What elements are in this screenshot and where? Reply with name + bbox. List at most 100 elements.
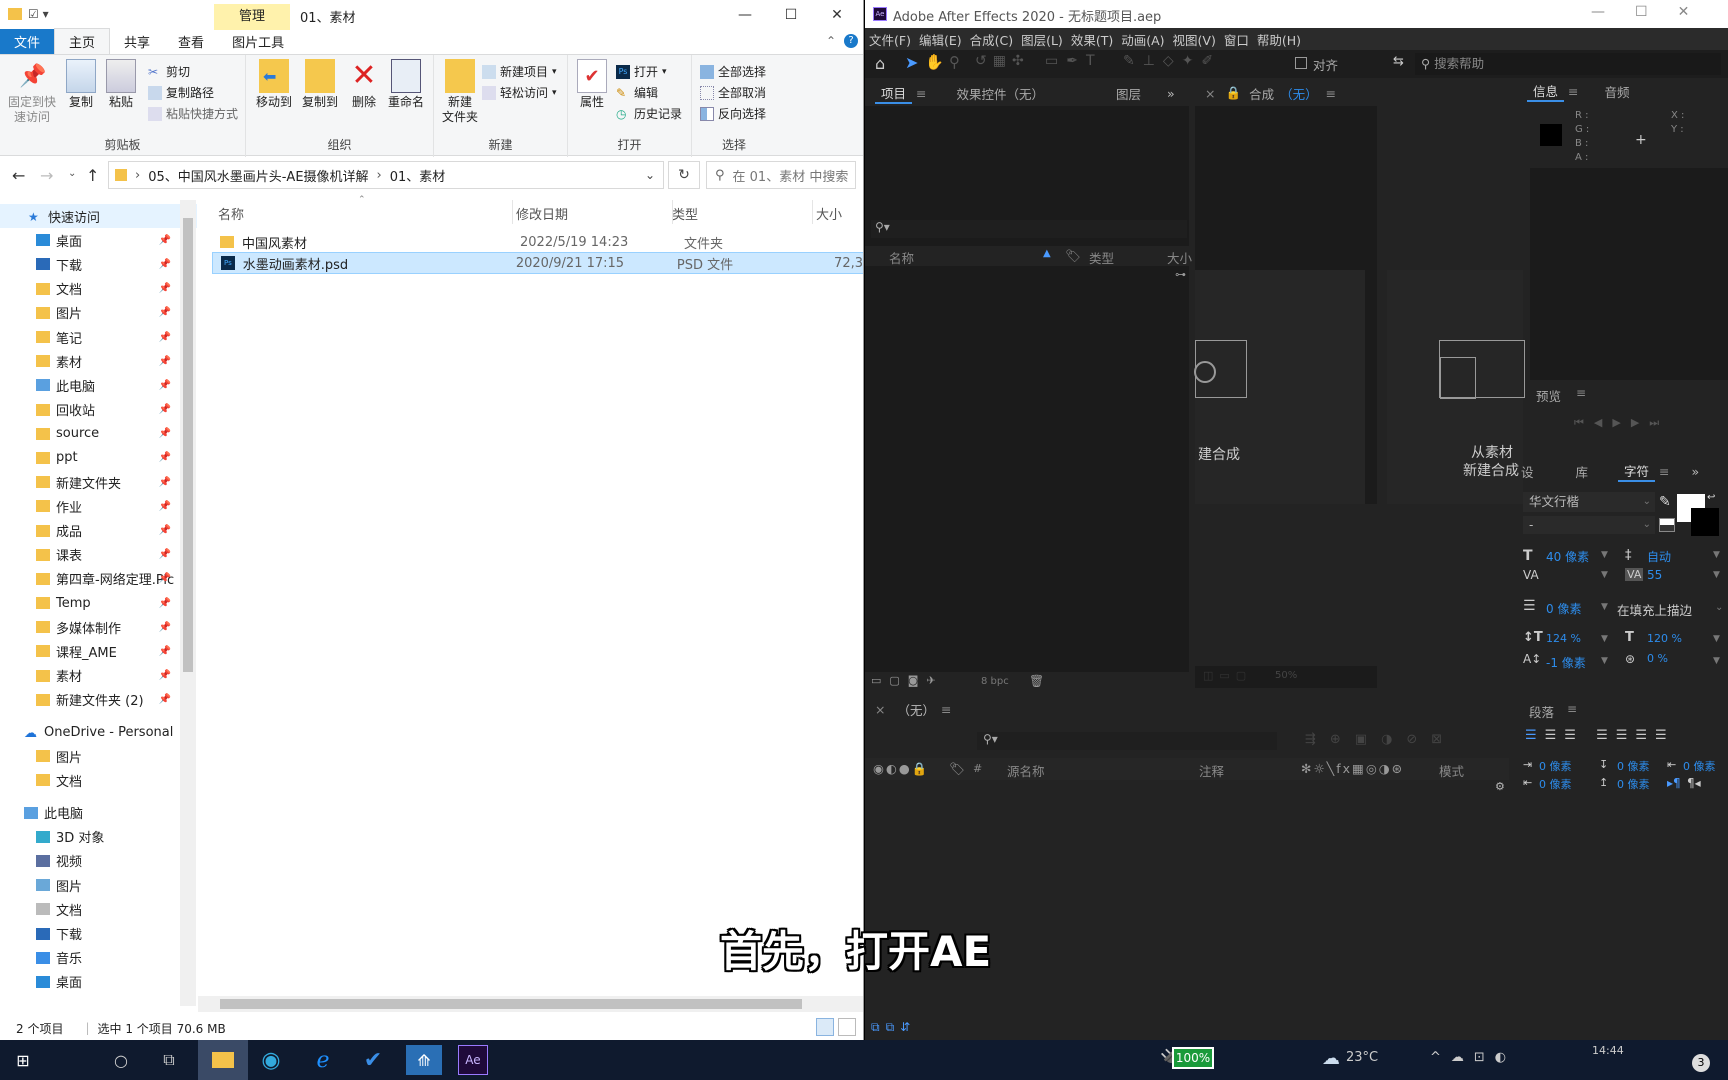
cut-button[interactable]: ✂ 剪切 <box>148 63 190 80</box>
taskbar-app-icon[interactable]: ⟰ <box>406 1045 442 1075</box>
clock[interactable]: 14:44 <box>1592 1044 1624 1057</box>
select-all-button[interactable]: 全部选择 <box>700 63 766 80</box>
paste-shortcut-button[interactable]: 粘贴快捷方式 <box>148 105 238 122</box>
easy-access-button[interactable]: 轻松访问 ▾ <box>482 84 557 101</box>
minimize-button[interactable]: — <box>722 0 768 30</box>
menu-animation[interactable]: 动画(A) <box>1121 30 1164 49</box>
nav-quick-item[interactable]: 成品 📌 <box>0 518 197 542</box>
weather-cloud-icon[interactable]: ☁ <box>1322 1048 1340 1069</box>
new-item-button[interactable]: 新建项目 ▾ <box>482 63 557 80</box>
nav-quick-item[interactable]: 第四章-网络定理.Pic 📌 <box>0 567 197 591</box>
search-help-input[interactable]: ⚲ 搜索帮助 <box>1415 53 1721 75</box>
leading-value[interactable]: 自动 <box>1647 548 1671 565</box>
zoom-level[interactable]: 50% <box>1275 670 1297 681</box>
nav-quick-item[interactable]: 多媒体制作 📌 <box>0 615 197 639</box>
bit-depth-label[interactable]: 8 bpc <box>981 676 1009 687</box>
ae-close-button[interactable]: ✕ <box>1678 4 1690 20</box>
project-footer-icons[interactable]: ▭▢◙✈ <box>871 674 944 687</box>
col-type[interactable]: 类型 <box>672 204 698 223</box>
edit-button[interactable]: ✎ 编辑 <box>616 84 658 101</box>
timeline-switches-icons[interactable]: ⇶⊕▣◑⊘⊠ <box>1305 732 1456 747</box>
history-button[interactable]: ◷ 历史记录 <box>616 105 682 122</box>
col-source-name[interactable]: 源名称 <box>1007 761 1045 780</box>
menu-help[interactable]: 帮助(H) <box>1257 30 1301 49</box>
close-button[interactable]: ✕ <box>814 0 860 30</box>
col-mode[interactable]: 模式 <box>1439 761 1464 780</box>
details-view-icon[interactable] <box>816 1018 834 1036</box>
col-name[interactable]: 名称 <box>889 248 914 267</box>
nav-pc-item[interactable]: 音乐 <box>0 946 197 970</box>
direction-rtl-icon[interactable]: ¶◂ <box>1687 776 1701 790</box>
stroke-color-swatch[interactable] <box>1691 508 1719 536</box>
tab-composition[interactable]: 合成 <box>1249 84 1274 103</box>
recent-locations-button[interactable]: ⌄ <box>68 168 76 179</box>
nav-quick-item[interactable]: ppt 📌 <box>0 446 197 470</box>
panel-menu-icon[interactable]: ≡ <box>1567 702 1577 716</box>
timeline-search-input[interactable]: ⚲▾ <box>977 732 1277 750</box>
refresh-button[interactable]: ↻ <box>668 161 700 189</box>
copy-path-button[interactable]: 复制路径 <box>148 84 214 101</box>
eyedropper-icon[interactable]: ✎ <box>1659 494 1671 510</box>
move-to-button[interactable]: ⬅ 移动到 <box>252 59 296 110</box>
menu-effect[interactable]: 效果(T) <box>1071 30 1113 49</box>
select-none-button[interactable]: 全部取消 <box>700 84 766 101</box>
nav-onedrive[interactable]: ☁ OneDrive - Personal <box>0 720 197 744</box>
nav-quick-item[interactable]: 桌面 📌 <box>0 228 197 252</box>
notification-badge[interactable]: 3 <box>1692 1054 1710 1072</box>
nav-quick-item[interactable]: 作业 📌 <box>0 494 197 518</box>
project-search-input[interactable]: ⚲▾ <box>871 220 1187 238</box>
maximize-button[interactable]: ☐ <box>768 0 814 30</box>
nav-quick-item[interactable]: source 📌 <box>0 422 197 446</box>
flowchart-icon[interactable]: ⊶ <box>1175 268 1186 281</box>
collapse-ribbon-icon[interactable]: ⌃ <box>826 34 836 48</box>
nav-onedrive-item[interactable]: 图片 <box>0 744 197 768</box>
nav-quick-item[interactable]: 课表 📌 <box>0 543 197 567</box>
panel-overflow-icon[interactable]: » <box>1167 86 1175 101</box>
graph-editor-icon[interactable]: ⚙ <box>1495 780 1505 793</box>
weather-temp[interactable]: 23°C <box>1346 1050 1378 1065</box>
nav-scrollbar-thumb[interactable] <box>183 218 193 672</box>
file-row-psd[interactable]: Ps 水墨动画素材.psd 2020/9/21 17:15 PSD 文件 72,… <box>212 252 863 274</box>
breadcrumb-parent[interactable]: 05、中国风水墨画片头-AE摄像机详解 <box>148 166 368 185</box>
new-folder-button[interactable]: 新建 文件夹 <box>440 59 480 125</box>
paragraph-align-icons[interactable]: ☰☰☰ ☰☰☰☰ <box>1525 728 1675 743</box>
tab-effect-controls[interactable]: 效果控件（无） <box>951 84 1051 103</box>
menu-composition[interactable]: 合成(C) <box>970 30 1013 49</box>
taskbar-after-effects-icon[interactable]: Ae <box>458 1045 488 1075</box>
delete-button[interactable]: ✕ 删除 <box>348 59 380 110</box>
nav-pc-item[interactable]: 桌面 <box>0 970 197 994</box>
task-view-icon[interactable]: ⧉ <box>154 1045 184 1075</box>
nav-quick-item[interactable]: 课程_AME 📌 <box>0 639 197 663</box>
col-comment[interactable]: 注释 <box>1199 761 1224 780</box>
col-type[interactable]: 类型 <box>1089 248 1114 267</box>
stroke-width-value[interactable]: 0 像素 <box>1546 600 1581 617</box>
rename-button[interactable]: 重命名 <box>384 59 428 110</box>
nav-quick-item[interactable]: 笔记 📌 <box>0 325 197 349</box>
ae-maximize-button[interactable]: ☐ <box>1635 4 1648 20</box>
nav-this-pc[interactable]: 此电脑 <box>0 801 197 825</box>
address-bar[interactable]: › 05、中国风水墨画片头-AE摄像机详解 › 01、素材 ⌄ <box>108 161 664 189</box>
tab-home[interactable]: 主页 <box>54 28 111 54</box>
nav-pc-item[interactable]: 图片 <box>0 873 197 897</box>
direction-ltr-icon[interactable]: ▸¶ <box>1667 776 1681 790</box>
menu-file[interactable]: 文件(F) <box>869 30 911 49</box>
taskbar-explorer-icon[interactable] <box>198 1040 248 1080</box>
taskbar-edge-icon[interactable]: ◉ <box>256 1045 286 1075</box>
nav-pc-item[interactable]: 文档 <box>0 897 197 921</box>
nav-quick-access[interactable]: ★ 快速访问 <box>0 204 197 229</box>
search-icon[interactable]: ○ <box>106 1045 136 1075</box>
invert-selection-button[interactable]: 反向选择 <box>700 105 766 122</box>
fill-stroke-icon[interactable] <box>1659 518 1675 532</box>
pin-quick-access-button[interactable]: 📌 固定到快速访问 <box>6 59 60 125</box>
nav-pc-item[interactable]: 3D 对象 <box>0 825 197 849</box>
tab-timeline[interactable]: （无） <box>897 700 935 719</box>
tsume-value[interactable]: 0 % <box>1647 652 1668 665</box>
close-tab-icon[interactable]: × <box>1205 86 1215 101</box>
panel-menu-icon[interactable]: ≡ <box>1576 386 1586 400</box>
start-windows-icon[interactable]: ⊞ <box>8 1045 38 1075</box>
tab-view[interactable]: 查看 <box>164 29 218 54</box>
menu-edit[interactable]: 编辑(E) <box>919 30 962 49</box>
workspace-icon[interactable]: ⇆ <box>1393 54 1404 69</box>
font-family-select[interactable]: 华文行楷 ⌄ <box>1523 492 1655 512</box>
tab-character[interactable]: 字符 <box>1618 461 1656 482</box>
